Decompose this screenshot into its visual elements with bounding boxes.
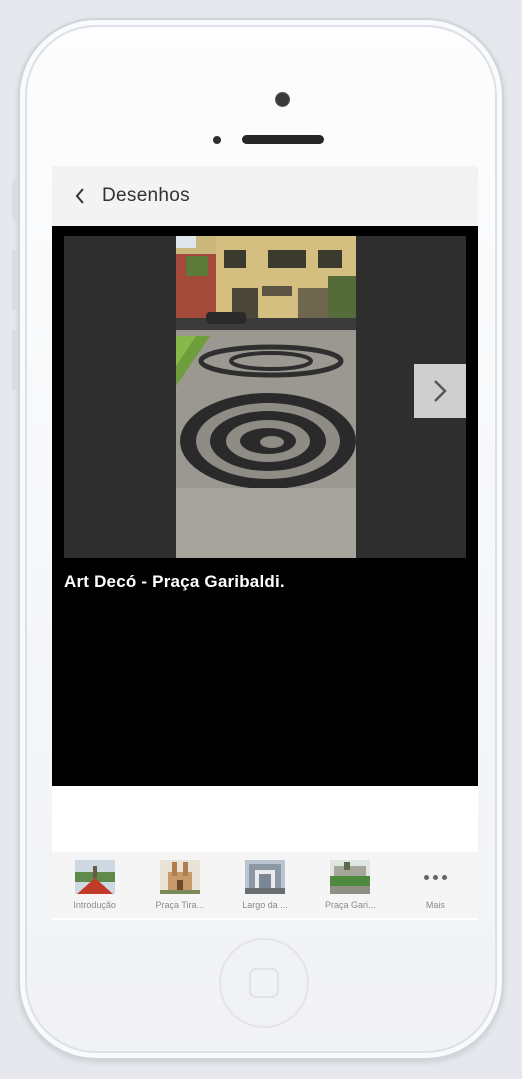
tab-label: Praça Tira... (155, 900, 205, 910)
thumbnail-building-icon (245, 860, 285, 894)
chevron-right-icon (434, 380, 447, 402)
slide-caption: Art Decó - Praça Garibaldi. (64, 572, 285, 591)
home-square-icon (249, 968, 279, 998)
chevron-left-icon (75, 188, 84, 204)
tab-label: Largo da ... (242, 900, 288, 910)
thumbnail-church-icon (159, 860, 200, 894)
earpiece-speaker (242, 135, 324, 144)
mute-switch (12, 180, 17, 220)
volume-down-button (12, 330, 17, 390)
tab-largo-da[interactable]: Largo da ... (222, 852, 307, 918)
bottom-tab-bar: Introdução Praça Tira... Largo da ... Pr… (52, 852, 478, 918)
thumbnail-red-plaza-icon (74, 860, 115, 894)
thumbnail-green-square-icon (330, 860, 371, 894)
slide-photo[interactable] (176, 236, 356, 558)
tab-praca-garibaldi[interactable]: Praça Gari... (308, 852, 393, 918)
tab-introducao[interactable]: Introdução (52, 852, 137, 918)
home-button[interactable] (219, 938, 309, 1028)
tab-mais[interactable]: Mais (393, 852, 478, 918)
back-button[interactable] (74, 187, 86, 205)
tab-label: Praça Gari... (324, 900, 376, 910)
slide-image-frame (64, 236, 466, 558)
slideshow: Art Decó - Praça Garibaldi. (52, 226, 478, 786)
more-dots-icon (415, 860, 455, 894)
next-slide-button[interactable] (414, 364, 466, 418)
proximity-sensor (213, 136, 221, 144)
page-title: Desenhos (102, 185, 190, 206)
front-camera (275, 92, 290, 107)
tab-praca-tiradentes[interactable]: Praça Tira... (137, 852, 222, 918)
volume-up-button (12, 250, 17, 310)
tab-label: Introdução (73, 900, 116, 910)
tab-label: Mais (425, 900, 445, 910)
app-screen: Desenhos Art Decó - Praça Garibaldi. Int… (52, 166, 478, 920)
navigation-bar: Desenhos (52, 166, 478, 226)
